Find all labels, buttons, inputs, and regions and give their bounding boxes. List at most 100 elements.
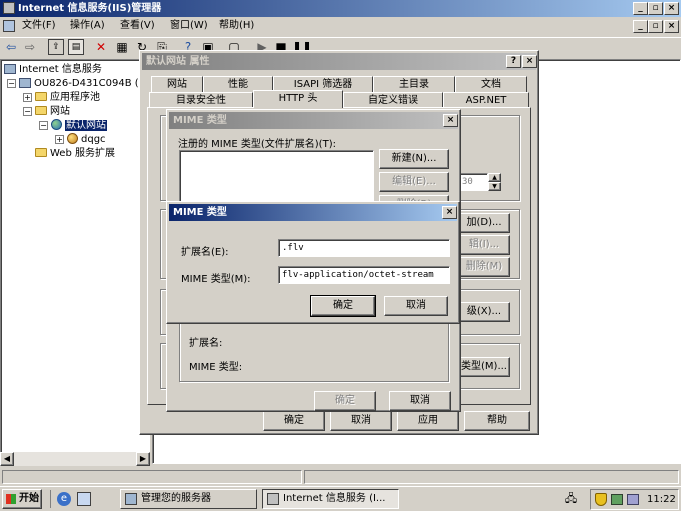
collapse-icon[interactable]: − bbox=[39, 121, 48, 130]
child-minimize-button[interactable]: _ bbox=[633, 20, 648, 33]
delete-header-button[interactable]: 删除(M) bbox=[458, 257, 510, 277]
show-desktop-icon[interactable] bbox=[77, 492, 91, 506]
spinner-down-button[interactable]: ▼ bbox=[488, 182, 501, 191]
tree-item-iis-root[interactable]: Internet 信息服务 bbox=[4, 63, 102, 77]
properties-help-btn[interactable]: 帮助 bbox=[464, 411, 530, 431]
mime-edit-title: MIME 类型 bbox=[173, 207, 227, 218]
back-arrow-icon[interactable]: ⇦ bbox=[3, 39, 19, 55]
mime-list-title: MIME 类型 bbox=[173, 115, 227, 126]
mime-edit-cancel-button[interactable]: 取消 bbox=[384, 296, 448, 316]
status-panel-2 bbox=[304, 470, 679, 484]
folder-icon bbox=[35, 148, 47, 157]
display-tray-icon[interactable] bbox=[611, 494, 623, 505]
start-button[interactable]: 开始 bbox=[2, 489, 42, 509]
child-restore-button[interactable]: ▫ bbox=[648, 20, 663, 33]
tab-custom-errors[interactable]: 自定义错误 bbox=[343, 92, 443, 108]
spinner-up-button[interactable]: ▲ bbox=[488, 173, 501, 182]
task-manage-server[interactable]: 管理您的服务器 bbox=[120, 489, 257, 509]
collapse-icon[interactable]: − bbox=[7, 79, 16, 88]
properties-help-button[interactable]: ? bbox=[506, 55, 521, 68]
mime-new-button[interactable]: 新建(N)... bbox=[379, 149, 449, 169]
edit-header-button[interactable]: 辑(I)... bbox=[458, 235, 510, 255]
website-globe-icon bbox=[51, 119, 62, 130]
spinner-box[interactable]: 30 ▲ ▼ bbox=[458, 173, 502, 191]
expiration-spinner-input[interactable]: 30 bbox=[458, 173, 488, 191]
mime-list-cancel-button[interactable]: 取消 bbox=[389, 391, 451, 411]
mime-details-extension-label: 扩展名: bbox=[189, 338, 223, 349]
tab-home-directory[interactable]: 主目录 bbox=[373, 76, 455, 92]
properties-close-button[interactable]: × bbox=[522, 55, 537, 68]
status-bar bbox=[0, 468, 681, 486]
mime-list-ok-button[interactable]: 确定 bbox=[314, 391, 376, 411]
server-task-icon bbox=[125, 493, 137, 505]
restore-button[interactable]: ▫ bbox=[648, 2, 663, 15]
tree-item-websites[interactable]: − 网站 bbox=[23, 105, 70, 119]
mdi-doc-icon bbox=[3, 20, 15, 32]
collapse-icon[interactable]: − bbox=[23, 107, 32, 116]
tree-h-scrollbar[interactable]: ◀ ▶ bbox=[0, 452, 150, 466]
iis-app-icon bbox=[3, 2, 15, 14]
tree-item-dqgc[interactable]: + dqgc bbox=[55, 133, 106, 147]
properties-title: 默认网站 属性 bbox=[146, 56, 210, 67]
tree-pane[interactable]: Internet 信息服务 − OU826-D431C094B (本地 + 应用程序… bbox=[0, 59, 159, 454]
mime-types-button[interactable]: 类型(M)... bbox=[458, 357, 510, 377]
forward-arrow-icon[interactable]: ⇨ bbox=[22, 39, 38, 55]
properties-apply-button[interactable]: 应用 bbox=[397, 411, 459, 431]
clock[interactable]: 11:22 bbox=[647, 494, 676, 505]
up-folder-icon[interactable]: ⇪ bbox=[48, 39, 64, 55]
network-tray-icon[interactable]: 🖧 bbox=[563, 492, 579, 506]
mime-list-title-bar[interactable]: MIME 类型 bbox=[169, 112, 458, 129]
mime-edit-close-button[interactable]: × bbox=[442, 206, 457, 219]
main-title-bar[interactable]: Internet 信息服务(IIS)管理器 bbox=[0, 0, 681, 17]
scroll-left-button[interactable]: ◀ bbox=[0, 452, 14, 466]
task-iis-manager[interactable]: Internet 信息服务 (I... bbox=[262, 489, 399, 509]
add-header-button[interactable]: 加(D)... bbox=[458, 213, 510, 233]
close-button[interactable]: × bbox=[664, 2, 679, 15]
start-label: 开始 bbox=[19, 493, 39, 504]
ie-icon[interactable]: e bbox=[57, 492, 71, 506]
mime-list-close-button[interactable]: × bbox=[443, 114, 458, 127]
properties-cancel-button[interactable]: 取消 bbox=[330, 411, 392, 431]
tab-website[interactable]: 网站 bbox=[151, 76, 203, 92]
mime-edit-button[interactable]: 编辑(E)... bbox=[379, 172, 449, 192]
tab-documents[interactable]: 文档 bbox=[455, 76, 527, 92]
tab-http-headers[interactable]: HTTP 头 bbox=[253, 90, 343, 108]
properties-title-bar[interactable]: 默认网站 属性 bbox=[142, 53, 536, 70]
security-shield-icon[interactable] bbox=[595, 493, 607, 506]
tab-directory-security[interactable]: 目录安全性 bbox=[149, 92, 253, 108]
extension-input[interactable]: .flv bbox=[278, 239, 450, 257]
properties-icon[interactable]: ▦ bbox=[114, 39, 130, 55]
child-close-button[interactable]: × bbox=[664, 20, 679, 33]
iis-root-icon bbox=[4, 64, 16, 74]
mime-edit-title-bar[interactable]: MIME 类型 bbox=[169, 204, 457, 221]
menu-file[interactable]: 文件(F) bbox=[22, 19, 56, 33]
main-caption-buttons: _ ▫ × bbox=[633, 2, 679, 15]
edit-ratings-button[interactable]: 级(X)... bbox=[458, 302, 510, 322]
mime-type-input[interactable]: flv-application/octet-stream bbox=[278, 266, 450, 284]
extension-label: 扩展名(E): bbox=[181, 247, 229, 258]
mime-edit-ok-button[interactable]: 确定 bbox=[310, 295, 376, 317]
volume-tray-icon[interactable] bbox=[627, 494, 639, 505]
minimize-button[interactable]: _ bbox=[633, 2, 648, 15]
delete-icon[interactable]: ✕ bbox=[93, 39, 109, 55]
show-tree-icon[interactable]: ▤ bbox=[68, 39, 84, 55]
menu-window[interactable]: 窗口(W) bbox=[170, 19, 208, 33]
mime-details-group bbox=[179, 322, 449, 382]
tab-aspnet[interactable]: ASP.NET bbox=[443, 92, 529, 108]
tree-item-app-pools[interactable]: + 应用程序池 bbox=[23, 91, 100, 105]
expand-icon[interactable]: + bbox=[23, 93, 32, 102]
windows-logo-icon bbox=[6, 494, 16, 504]
menu-help[interactable]: 帮助(H) bbox=[219, 19, 254, 33]
menu-action[interactable]: 操作(A) bbox=[70, 19, 105, 33]
expand-icon[interactable]: + bbox=[55, 135, 64, 144]
iis-task-icon bbox=[267, 493, 279, 505]
tree-item-web-extensions[interactable]: Web 服务扩展 bbox=[35, 147, 115, 161]
taskbar: 开始 e 管理您的服务器 Internet 信息服务 (I... 🖧 11:22 bbox=[0, 486, 681, 511]
tree-item-default-site[interactable]: − 默认网站 bbox=[39, 119, 107, 133]
tree-item-server[interactable]: − OU826-D431C094B (本地 bbox=[7, 77, 159, 91]
server-icon bbox=[19, 78, 31, 88]
properties-ok-button[interactable]: 确定 bbox=[263, 411, 325, 431]
menu-view[interactable]: 查看(V) bbox=[120, 19, 155, 33]
mime-details-type-label: MIME 类型: bbox=[189, 362, 243, 373]
scroll-right-button[interactable]: ▶ bbox=[136, 452, 150, 466]
